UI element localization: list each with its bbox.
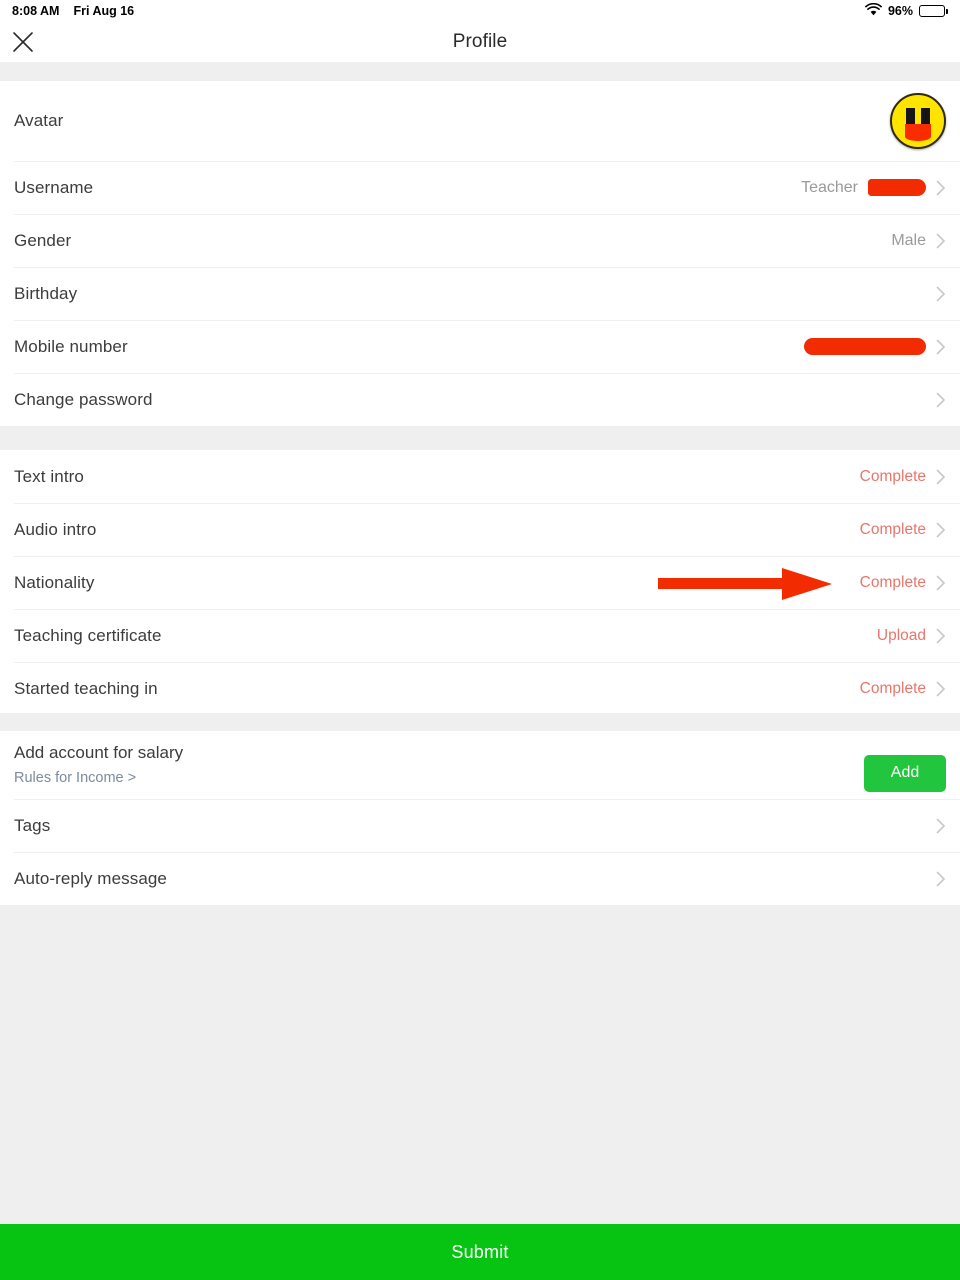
- salary-text-block: Add account for salary Rules for Income …: [14, 743, 183, 786]
- background-filler: [0, 918, 960, 1224]
- row-label-avatar: Avatar: [14, 111, 64, 130]
- wifi-icon: [865, 2, 882, 19]
- chevron-right-icon: [936, 818, 946, 834]
- row-label-birthday: Birthday: [14, 283, 78, 303]
- section-gap-2: [0, 713, 960, 731]
- chevron-right-icon: [936, 628, 946, 644]
- row-value-gender: Male: [891, 231, 926, 249]
- row-change-password[interactable]: Change password: [0, 373, 960, 426]
- row-gender[interactable]: Gender Male: [0, 214, 960, 267]
- row-value-avatar: [890, 93, 946, 149]
- row-text-intro[interactable]: Text intro Complete: [0, 450, 960, 503]
- row-right-username: Teacher: [801, 179, 946, 197]
- navigation-bar: Profile: [0, 22, 960, 62]
- extras-group: Add account for salary Rules for Income …: [0, 731, 960, 905]
- status-bar-right: 96%: [865, 2, 948, 19]
- row-right-birthday: [926, 286, 946, 302]
- row-right-change-password: [936, 392, 946, 408]
- page-title: Profile: [452, 31, 508, 52]
- row-right-tags: [936, 818, 946, 834]
- submit-button[interactable]: Submit: [0, 1224, 960, 1280]
- status-bar-left: 8:08 AM Fri Aug 16: [12, 4, 134, 18]
- row-mobile-number[interactable]: Mobile number: [0, 320, 960, 373]
- status-badge-teaching-certificate: Upload: [876, 626, 926, 644]
- status-badge-nationality: Complete: [859, 573, 926, 591]
- row-avatar[interactable]: Avatar: [0, 81, 960, 161]
- row-audio-intro[interactable]: Audio intro Complete: [0, 503, 960, 556]
- add-account-button[interactable]: Add: [864, 754, 946, 792]
- row-nationality[interactable]: Nationality Complete: [0, 556, 960, 609]
- row-label-username: Username: [14, 177, 94, 197]
- row-label-audio-intro: Audio intro: [14, 519, 97, 539]
- row-value-username: Teacher: [801, 178, 858, 196]
- profile-screen: 8:08 AM Fri Aug 16 96% Profile Avatar Us…: [0, 0, 960, 1280]
- redaction-mark-mobile-number: [804, 338, 926, 355]
- account-group: Avatar Username Teacher Gender Male Birt…: [0, 81, 960, 426]
- redaction-mark-username: [868, 179, 926, 196]
- row-started-teaching-in[interactable]: Started teaching in Complete: [0, 662, 960, 715]
- row-right-text-intro: Complete: [860, 468, 946, 486]
- row-username[interactable]: Username Teacher: [0, 161, 960, 214]
- close-icon[interactable]: [10, 29, 36, 55]
- status-time: 8:08 AM: [12, 4, 60, 18]
- row-right-nationality: Complete: [860, 574, 946, 592]
- battery-full-icon: [919, 5, 948, 17]
- chevron-right-icon: [936, 233, 946, 249]
- row-tags[interactable]: Tags: [0, 799, 960, 852]
- status-bar: 8:08 AM Fri Aug 16 96%: [0, 0, 960, 22]
- rules-for-income-link[interactable]: Rules for Income >: [14, 770, 183, 786]
- status-date: Fri Aug 16: [73, 4, 135, 18]
- chevron-right-icon: [936, 469, 946, 485]
- status-badge-started-teaching-in: Complete: [859, 679, 926, 697]
- chevron-right-icon: [936, 575, 946, 591]
- row-label-gender: Gender: [14, 230, 72, 250]
- battery-percent-label: 96%: [887, 4, 913, 18]
- chevron-right-icon: [936, 522, 946, 538]
- row-label-teaching-certificate: Teaching certificate: [14, 625, 162, 645]
- row-right-audio-intro: Complete: [860, 521, 946, 539]
- row-right-gender: Male: [891, 232, 946, 250]
- row-right-auto-reply-message: [936, 871, 946, 887]
- status-badge-audio-intro: Complete: [859, 520, 926, 538]
- row-birthday[interactable]: Birthday: [0, 267, 960, 320]
- row-right-mobile-number: [804, 338, 946, 355]
- row-teaching-certificate[interactable]: Teaching certificate Upload: [0, 609, 960, 662]
- row-label-nationality: Nationality: [14, 572, 95, 592]
- row-label-text-intro: Text intro: [14, 466, 84, 486]
- section-gap-top: [0, 62, 960, 81]
- row-right-teaching-certificate: Upload: [877, 627, 946, 645]
- row-label-change-password: Change password: [14, 389, 153, 409]
- row-label-started-teaching-in: Started teaching in: [14, 678, 158, 698]
- chevron-right-icon: [936, 286, 946, 302]
- status-badge-text-intro: Complete: [859, 467, 926, 485]
- row-label-mobile-number: Mobile number: [14, 336, 128, 356]
- chevron-right-icon: [936, 681, 946, 697]
- avatar[interactable]: [890, 93, 946, 149]
- chevron-right-icon: [936, 339, 946, 355]
- row-auto-reply-message[interactable]: Auto-reply message: [0, 852, 960, 905]
- teaching-group: Text intro Complete Audio intro Complete…: [0, 450, 960, 715]
- chevron-right-icon: [936, 871, 946, 887]
- row-label-auto-reply-message: Auto-reply message: [14, 868, 167, 888]
- chevron-right-icon: [936, 392, 946, 408]
- chevron-right-icon: [936, 180, 946, 196]
- row-label-add-account-for-salary: Add account for salary: [14, 743, 184, 762]
- section-gap-1: [0, 430, 960, 450]
- row-right-started-teaching-in: Complete: [860, 680, 946, 698]
- row-label-tags: Tags: [14, 815, 51, 835]
- row-add-account-for-salary[interactable]: Add account for salary Rules for Income …: [0, 731, 960, 799]
